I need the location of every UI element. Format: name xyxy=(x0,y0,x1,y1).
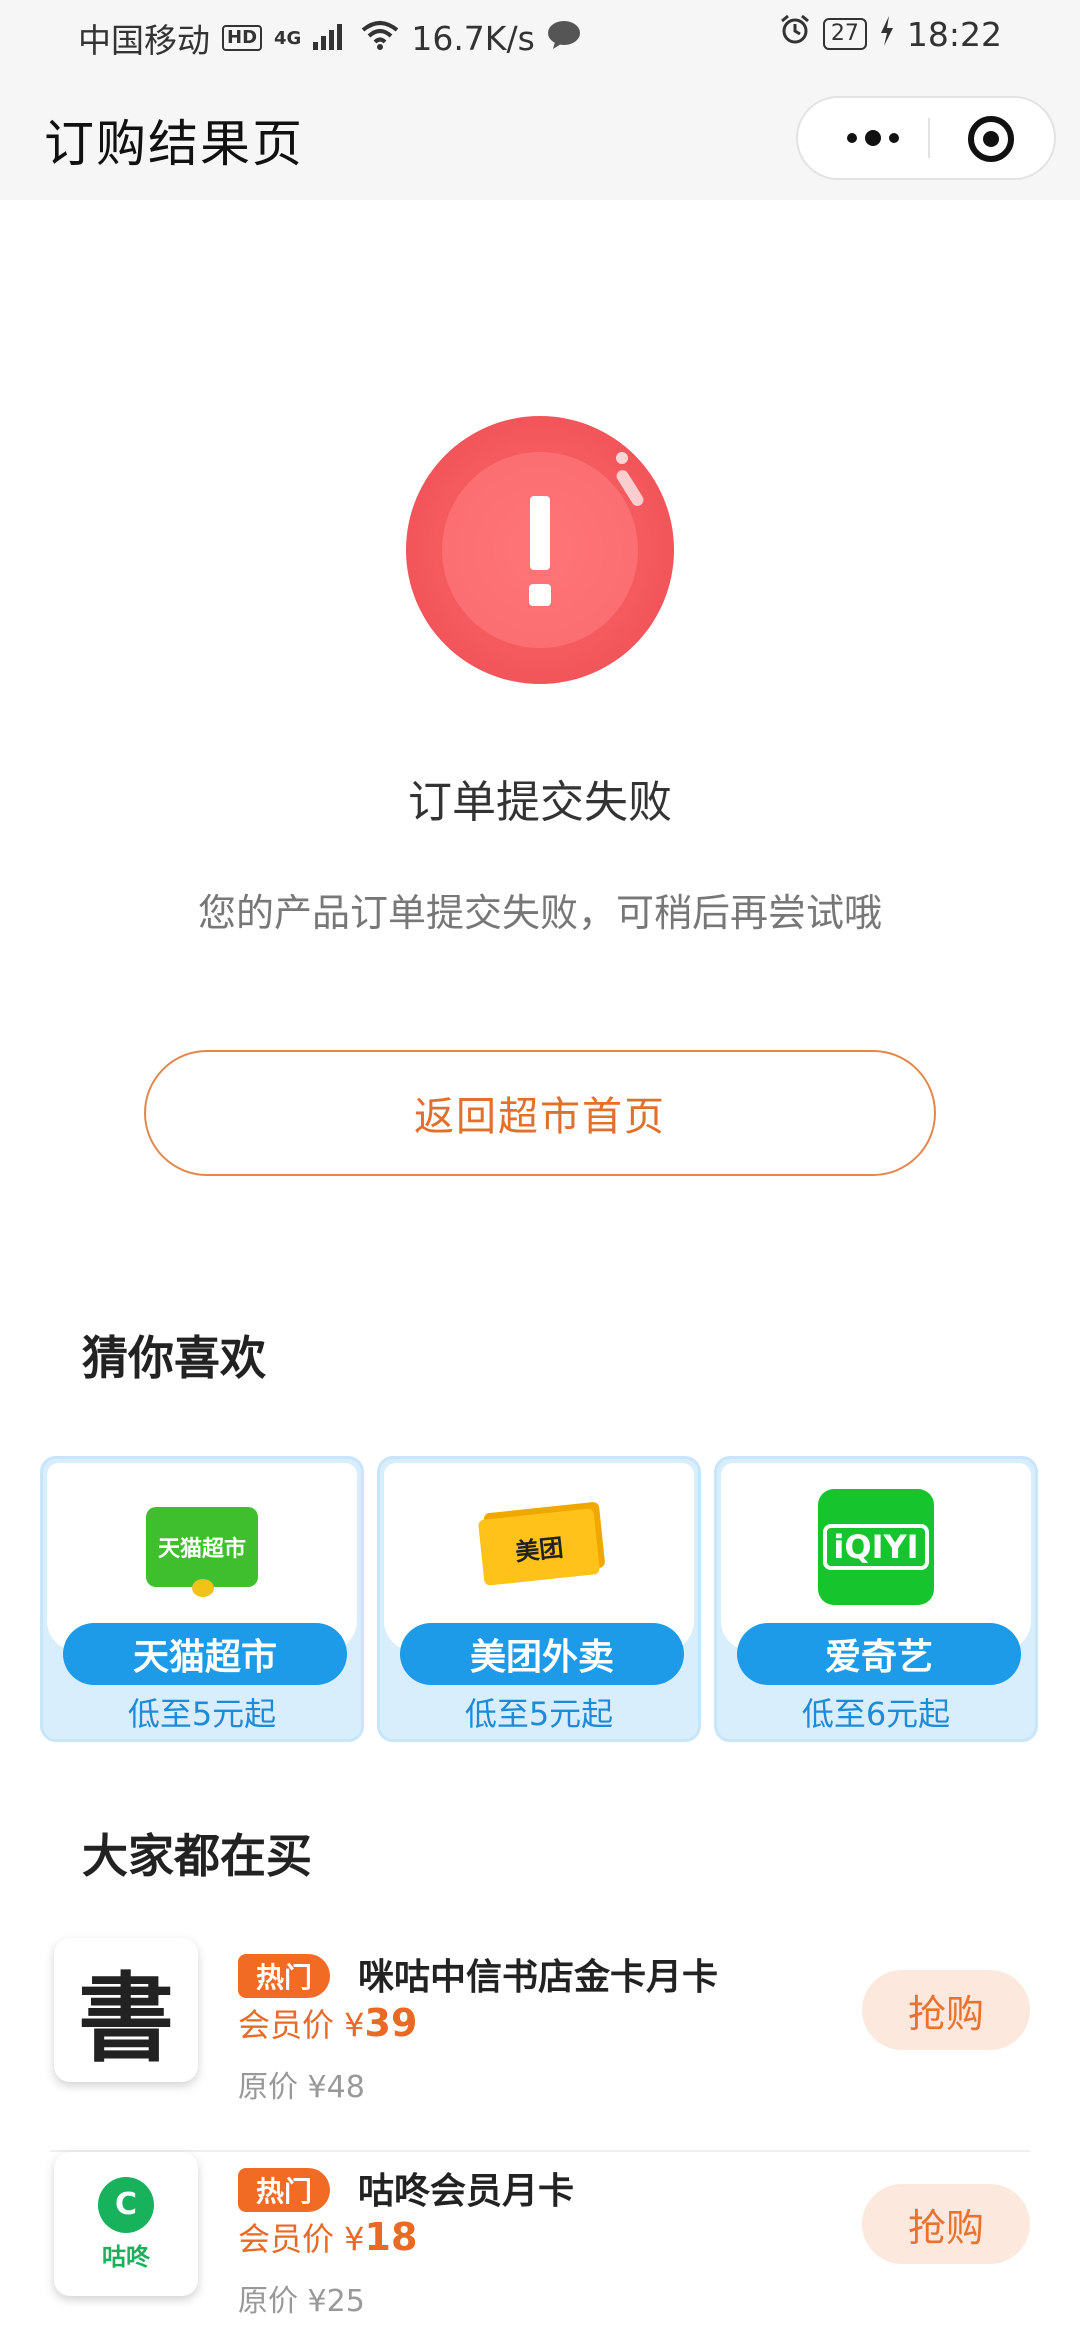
gudong-logo-icon: C 咕咚 xyxy=(54,2152,198,2296)
recommend-card-name: 爱奇艺 xyxy=(737,1623,1021,1685)
recommend-section-title: 猜你喜欢 xyxy=(82,1331,266,1385)
more-dot-icon xyxy=(847,133,857,143)
recommend-card-price: 低至5元起 xyxy=(127,1695,277,1733)
alarm-icon xyxy=(779,14,811,54)
buy-button[interactable]: 抢购 xyxy=(862,1970,1030,2050)
original-price: 原价 ¥48 xyxy=(238,2070,365,2105)
book-store-logo-text: 書 xyxy=(78,1961,174,2075)
member-price-label: 会员价 ¥ xyxy=(238,2220,365,2258)
meituan-logo-text: 美团 xyxy=(477,1508,601,1586)
tmall-logo-text: 天猫超市 xyxy=(146,1507,258,1597)
icon-highlight-dot xyxy=(616,452,628,464)
gudong-logo: C 咕咚 xyxy=(98,2176,154,2272)
iqiyi-logo-icon: iQIYI xyxy=(816,1487,936,1607)
iqiyi-logo: iQIYI xyxy=(818,1489,934,1605)
signal-icon xyxy=(313,19,349,58)
tmall-logo-icon: 天猫超市 xyxy=(142,1487,262,1607)
original-price: 原价 ¥25 xyxy=(238,2284,365,2319)
meituan-logo-icon: 美团 xyxy=(477,1487,601,1607)
network-type-icon: 4G xyxy=(274,27,302,49)
hd-icon: HD xyxy=(222,25,263,51)
battery-icon: 27 xyxy=(822,18,867,50)
capsule-divider xyxy=(928,118,930,158)
product-row-gudong[interactable]: C 咕咚 热门 咕咚会员月卡 会员价 ¥18 原价 ¥25 抢购 xyxy=(50,2152,1030,2340)
close-mini-program-button[interactable] xyxy=(968,116,1014,162)
recommend-card-name: 天猫超市 xyxy=(63,1623,347,1685)
iqiyi-logo-text: iQIYI xyxy=(823,1524,929,1570)
error-icon xyxy=(406,416,674,684)
wifi-icon xyxy=(361,19,399,58)
exclamation-bar xyxy=(530,496,550,570)
more-dot-icon xyxy=(865,130,881,146)
network-speed: 16.7K/s xyxy=(411,18,535,58)
popular-section-title: 大家都在买 xyxy=(82,1829,312,1883)
recommend-card-tmall[interactable]: 天猫超市 天猫超市 低至5元起 xyxy=(40,1456,364,1742)
member-price-value: 39 xyxy=(364,2001,418,2045)
member-price-label: 会员价 ¥ xyxy=(238,2006,365,2044)
recommend-card-name: 美团外卖 xyxy=(400,1623,684,1685)
member-price-value: 18 xyxy=(364,2215,418,2259)
exclamation-dot xyxy=(529,584,551,606)
recommend-card-iqiyi[interactable]: iQIYI 爱奇艺 低至6元起 xyxy=(714,1456,1038,1742)
member-price: 会员价 ¥18 xyxy=(238,2214,417,2260)
more-menu-button[interactable] xyxy=(828,98,918,178)
result-title: 订单提交失败 xyxy=(408,777,672,828)
wechat-msg-icon xyxy=(547,19,581,58)
carrier-label: 中国移动 xyxy=(78,21,210,60)
charging-icon xyxy=(879,15,895,54)
result-description: 您的产品订单提交失败，可稍后再尝试哦 xyxy=(197,891,882,935)
status-bar: 中国移动 HD 4G 16.7K/s 27 18:22 xyxy=(0,0,1080,72)
status-right: 27 18:22 xyxy=(779,14,1002,54)
product-name: 咕咚会员月卡 xyxy=(358,2171,575,2212)
mini-program-capsule xyxy=(796,96,1056,180)
more-dot-icon xyxy=(889,133,899,143)
recommend-card-price: 低至5元起 xyxy=(464,1695,614,1733)
page-title: 订购结果页 xyxy=(44,115,304,173)
book-store-logo-icon: 書 xyxy=(54,1938,198,2082)
hot-badge: 热门 xyxy=(238,1954,330,1998)
clock-time: 18:22 xyxy=(906,14,1002,54)
gudong-logo-text: 咕咚 xyxy=(102,2242,150,2271)
product-name: 咪咕中信书店金卡月卡 xyxy=(358,1957,719,1998)
hot-badge: 热门 xyxy=(238,2168,330,2212)
back-to-home-button[interactable]: 返回超市首页 xyxy=(144,1050,936,1176)
recommend-card-meituan[interactable]: 美团 美团外卖 低至5元起 xyxy=(377,1456,701,1742)
member-price: 会员价 ¥39 xyxy=(238,2000,417,2046)
buy-button[interactable]: 抢购 xyxy=(862,2184,1030,2264)
status-left: 中国移动 HD 4G 16.7K/s xyxy=(78,14,581,62)
gudong-circle-icon: C xyxy=(98,2176,154,2233)
product-row-migu[interactable]: 書 热门 咪咕中信书店金卡月卡 会员价 ¥39 原价 ¥48 抢购 xyxy=(50,1938,1030,2152)
recommend-card-price: 低至6元起 xyxy=(801,1695,951,1733)
nav-bar: 订购结果页 xyxy=(0,72,1080,200)
